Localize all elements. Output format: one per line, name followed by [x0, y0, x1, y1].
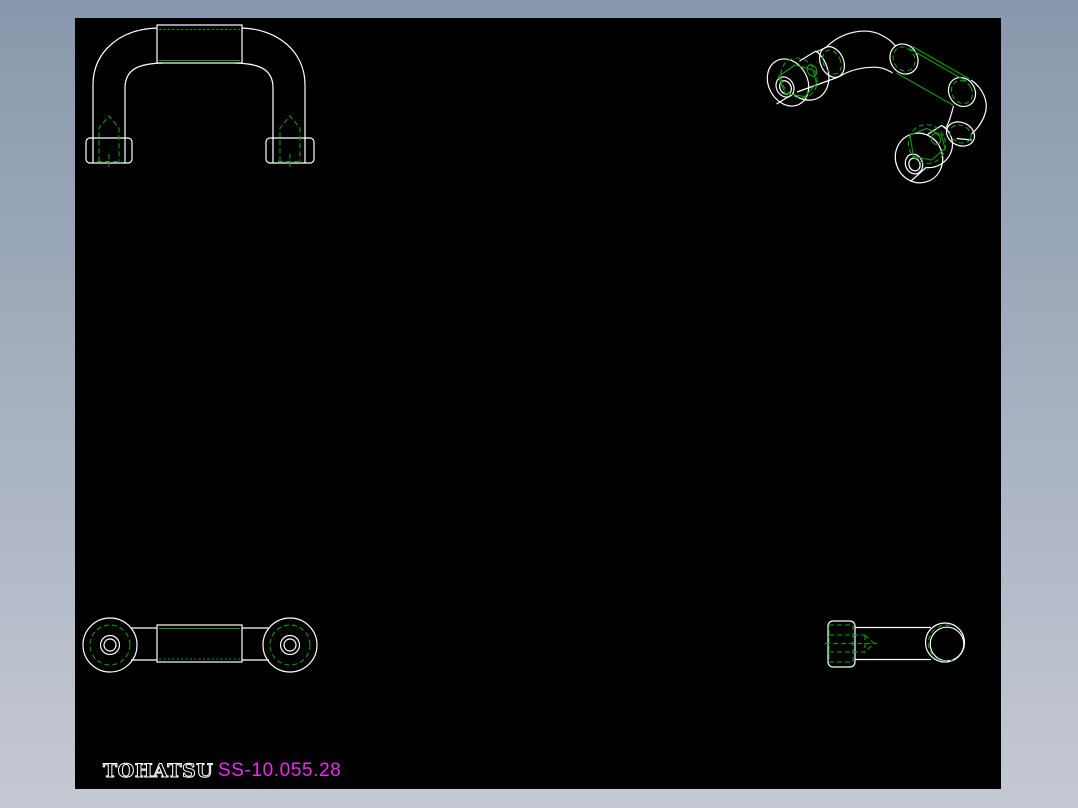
- drawing-viewport: TOHATSU SS-10.055.28: [82, 24, 987, 783]
- front-view: [85, 24, 315, 168]
- grip-sleeve-plan: [156, 624, 243, 663]
- tube-inner-arc-left: [124, 62, 164, 89]
- tube-end-circle-inner: [929, 626, 965, 662]
- flange-hole-bottom-outer: [904, 153, 924, 175]
- tube-inner-arc-right: [234, 62, 274, 89]
- hidden-bend-ellipse: [822, 49, 842, 75]
- flange-hole-bottom-inner: [908, 157, 921, 172]
- isometric-view: [766, 30, 987, 184]
- flange-circle-right: [262, 617, 318, 673]
- tube-outer-arc-left: [92, 27, 158, 86]
- manufacturer-logo: TOHATSU: [103, 760, 213, 782]
- grip-sleeve: [156, 24, 243, 64]
- flange-circle-left: [82, 617, 138, 673]
- side-view: [825, 620, 966, 668]
- grip-near-ellipse: [889, 43, 919, 75]
- hidden-screw-right-base: [278, 154, 302, 168]
- screw-tip-left: [806, 64, 818, 77]
- hidden-screw-left-base: [97, 154, 121, 168]
- hole-circle-right-inner: [283, 638, 297, 652]
- right-bend-outer-silhouette: [970, 79, 987, 135]
- hidden-bolt-circle-right: [269, 624, 311, 666]
- grip-knurl-edges-3d: [896, 46, 970, 106]
- hidden-arc-tube-end: [927, 624, 954, 662]
- arch-outer-silhouette: [825, 30, 896, 48]
- tube-leg-lines: [92, 85, 306, 163]
- title-block: TOHATSU SS-10.055.28: [103, 760, 341, 783]
- cad-preview-window: TOHATSU SS-10.055.28: [0, 0, 1078, 808]
- arch-inner-silhouette: [838, 66, 893, 78]
- tube-edge-lines-plan: [131, 627, 269, 661]
- hex-nut-bottom: [909, 127, 946, 161]
- hole-circle-right-outer: [279, 634, 301, 656]
- down-tube-hidden-ellipse: [949, 124, 972, 144]
- tube-outer-arc-right: [241, 27, 306, 86]
- hole-circle-left-inner: [103, 638, 117, 652]
- drawing-canvas: TOHATSU SS-10.055.28: [75, 18, 1001, 789]
- top-view: [82, 617, 318, 673]
- part-number: SS-10.055.28: [218, 760, 341, 781]
- hole-circle-left-outer: [99, 634, 121, 656]
- tube-bend-ellipse-left: [818, 46, 846, 78]
- hidden-bolt-circle-left: [89, 624, 131, 666]
